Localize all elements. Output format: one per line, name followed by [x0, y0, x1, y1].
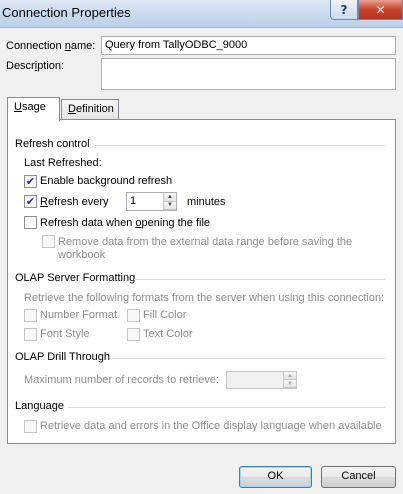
divider	[95, 145, 385, 146]
refresh-on-open-label: Refresh data when opening the file	[40, 217, 211, 229]
fill-color-label: Fill Color	[143, 309, 187, 321]
help-button[interactable]: ?	[330, 0, 358, 20]
divider	[134, 279, 385, 280]
office-language-label: Retrieve data and errors in the Office d…	[40, 420, 382, 432]
language-title: Language	[15, 400, 64, 412]
divider	[68, 407, 385, 408]
remove-data-label-line2: workbook	[58, 249, 106, 261]
close-button[interactable]: ✕	[358, 0, 403, 20]
stepper-arrows: ▲ ▼	[283, 372, 296, 388]
tab-definition[interactable]: Definition	[61, 99, 119, 121]
number-format-label: Number Format	[40, 309, 118, 321]
refresh-interval-value: 1	[130, 195, 137, 207]
font-style-label: Font Style	[40, 328, 90, 340]
refresh-interval-stepper[interactable]: 1 ▲ ▼	[126, 192, 177, 211]
tab-usage-label: sage	[21, 101, 46, 113]
title-bar: Connection Properties ? ✕	[0, 0, 403, 28]
ok-button[interactable]: OK	[239, 466, 312, 488]
olap-formatting-description: Retrieve the following formats from the …	[24, 292, 385, 304]
help-icon: ?	[340, 2, 348, 17]
up-arrow-icon[interactable]: ▲	[164, 193, 176, 202]
connection-name-input[interactable]: Query from TallyODBC_9000	[101, 36, 396, 55]
divider	[110, 358, 385, 359]
fill-color-checkbox[interactable]	[127, 309, 140, 322]
connection-name-label: Connection name:	[6, 40, 96, 52]
connection-name-value: Query from TallyODBC_9000	[105, 39, 248, 51]
tab-definition-label: efinition	[75, 103, 114, 115]
olap-drill-through-title: OLAP Drill Through	[15, 351, 110, 363]
enable-background-refresh-checkbox[interactable]: ✔	[24, 175, 37, 188]
max-records-stepper[interactable]: ▲ ▼	[226, 371, 297, 389]
font-style-checkbox[interactable]	[24, 328, 37, 341]
max-records-label: Maximum number of records to retrieve:	[24, 374, 220, 386]
refresh-control-title: Refresh control	[15, 138, 90, 150]
refresh-every-checkbox[interactable]: ✔	[24, 195, 37, 208]
stepper-arrows: ▲ ▼	[163, 193, 176, 210]
last-refreshed-label: Last Refreshed:	[24, 157, 102, 169]
refresh-every-label: Refresh every	[40, 196, 109, 208]
window-title: Connection Properties	[2, 5, 131, 20]
up-arrow-icon[interactable]: ▲	[284, 372, 296, 380]
refresh-on-open-checkbox[interactable]	[24, 216, 37, 229]
check-icon: ✔	[25, 175, 36, 188]
remove-data-label-line1: Remove data from the external data range…	[58, 236, 353, 248]
text-color-label: Text Color	[143, 328, 193, 340]
enable-background-refresh-label: Enable background refresh	[40, 175, 173, 187]
remove-data-checkbox[interactable]	[42, 235, 55, 248]
down-arrow-icon[interactable]: ▼	[164, 201, 176, 210]
tab-usage[interactable]: Usage	[7, 97, 60, 121]
cancel-button[interactable]: Cancel	[321, 466, 396, 488]
down-arrow-icon[interactable]: ▼	[284, 380, 296, 388]
office-language-checkbox[interactable]	[24, 420, 37, 433]
close-icon: ✕	[375, 2, 386, 17]
tab-definition-key: D	[68, 103, 76, 115]
tab-usage-key: U	[14, 101, 22, 113]
text-color-checkbox[interactable]	[127, 328, 140, 341]
minutes-label: minutes	[187, 196, 226, 208]
description-label: Description:	[6, 60, 65, 72]
description-input[interactable]	[101, 58, 396, 90]
olap-formatting-title: OLAP Server Formatting	[15, 272, 136, 284]
number-format-checkbox[interactable]	[24, 309, 37, 322]
check-icon: ✔	[25, 195, 36, 208]
